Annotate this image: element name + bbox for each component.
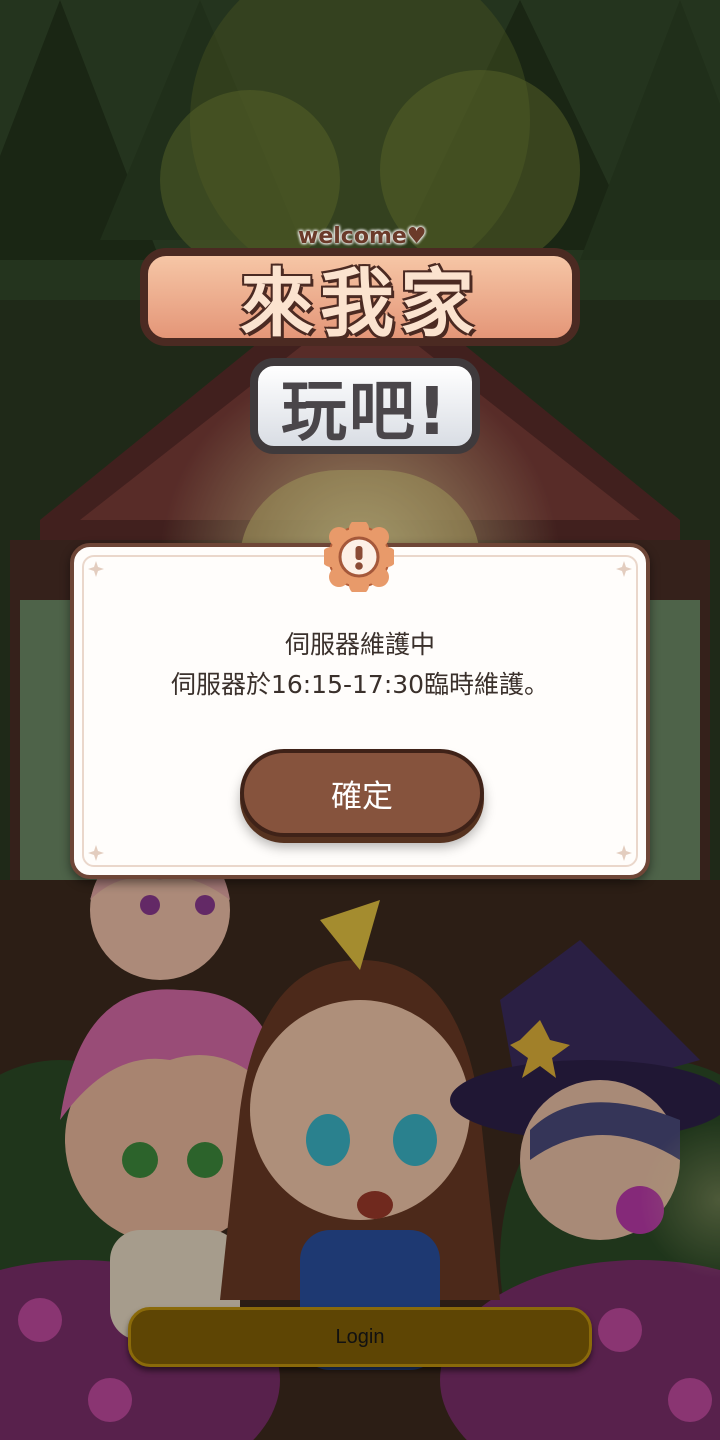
logo-welcome-text: welcome♥: [298, 224, 427, 249]
login-button[interactable]: Login: [128, 1307, 592, 1367]
corner-ornament-icon: [88, 561, 104, 577]
exclamation-icon: [321, 519, 397, 595]
confirm-button[interactable]: 確定: [240, 749, 484, 837]
corner-ornament-icon: [616, 845, 632, 861]
game-logo: 來我家 welcome♥ 玩吧!: [140, 220, 580, 470]
logo-title-line1: 來我家: [140, 248, 580, 347]
dialog-title: 伺服器維護中: [284, 630, 435, 659]
corner-ornament-icon: [88, 845, 104, 861]
logo-title-line2: 玩吧!: [250, 358, 480, 454]
maintenance-dialog: 伺服器維護中 伺服器於16:15-17:30臨時維護。 確定: [70, 543, 650, 879]
dialog-message: 伺服器於16:15-17:30臨時維護。: [170, 670, 550, 699]
corner-ornament-icon: [616, 561, 632, 577]
